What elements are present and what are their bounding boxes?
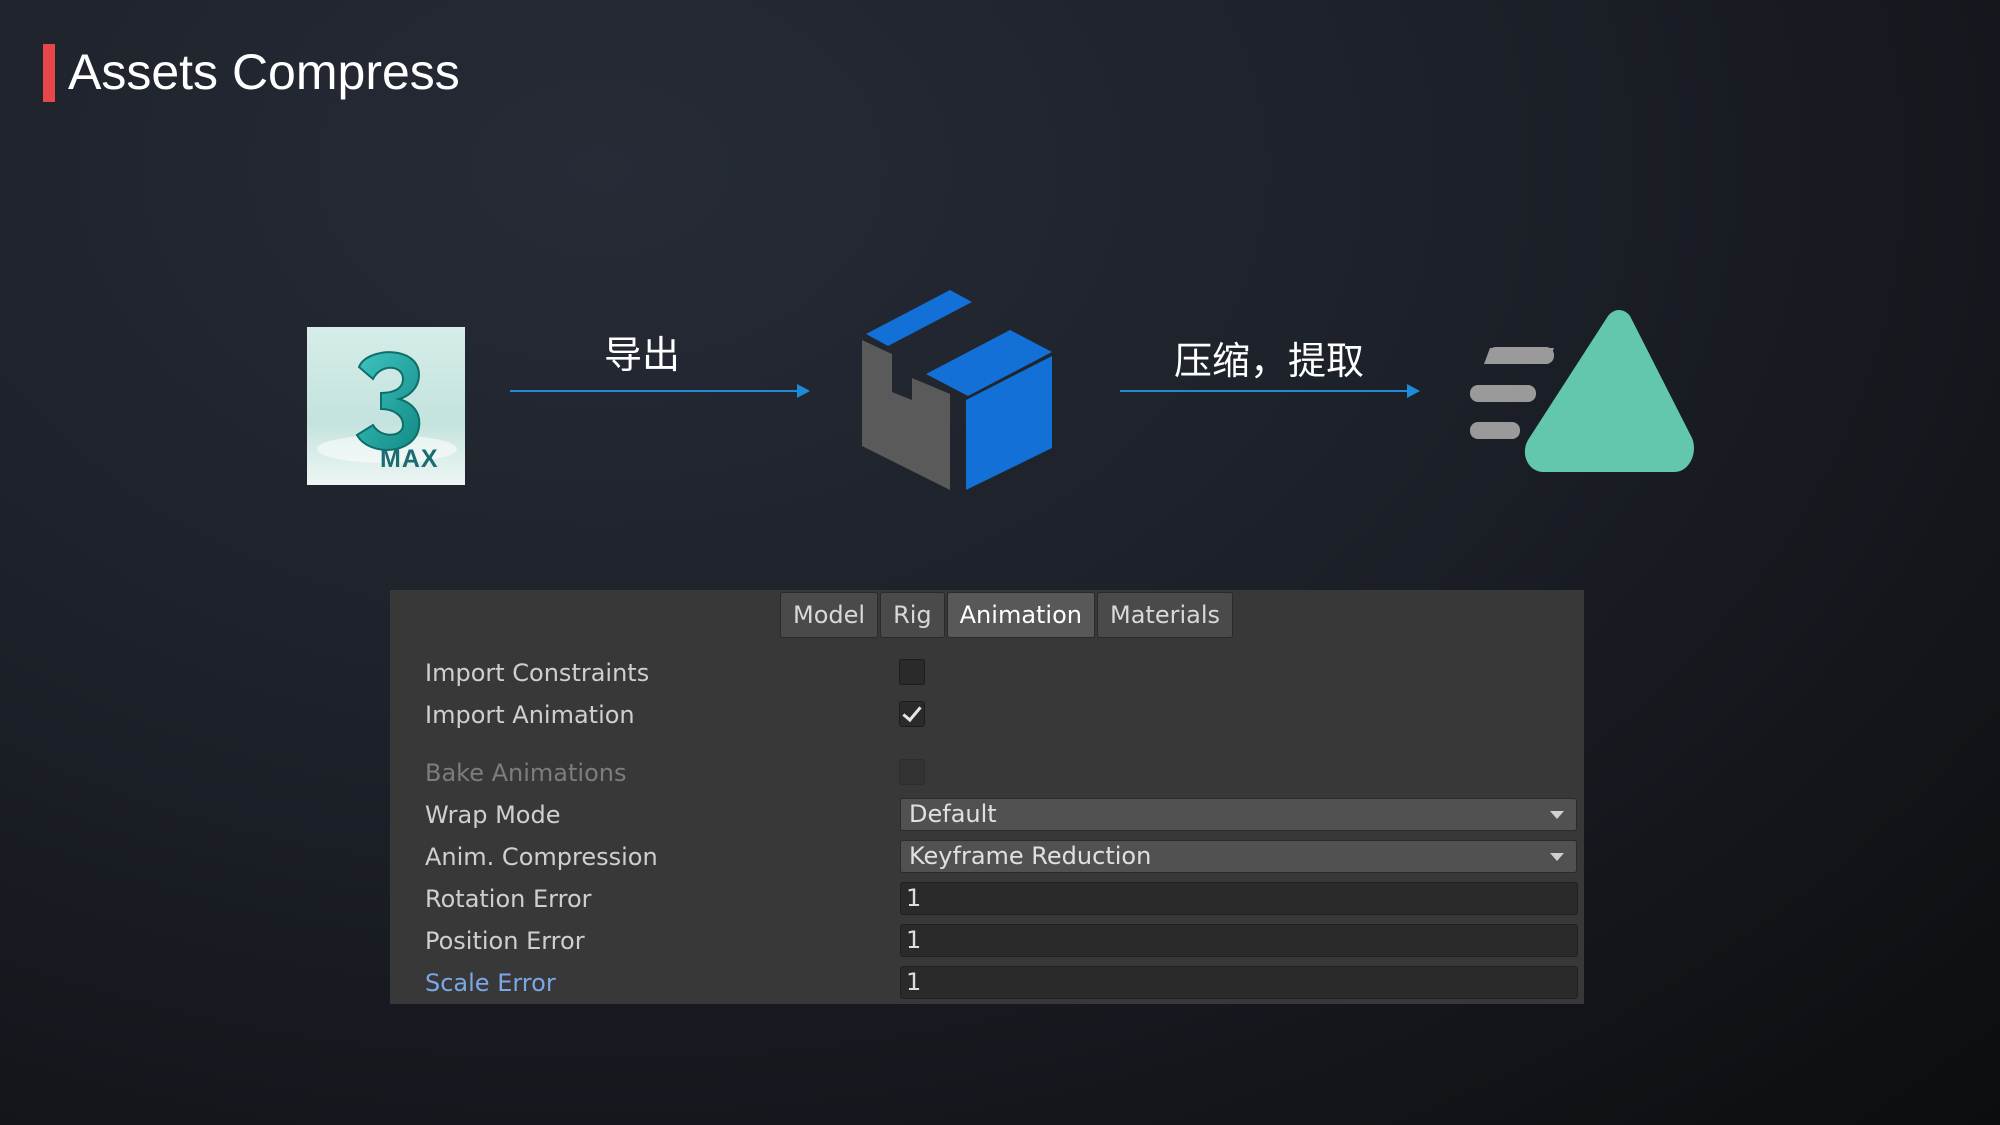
wrap-mode-label: Wrap Mode: [425, 801, 561, 829]
import-constraints-label: Import Constraints: [425, 659, 650, 687]
chevron-down-icon: [1550, 811, 1564, 819]
unity-logo-icon: [862, 290, 1052, 492]
inspector-tabs: Model Rig Animation Materials: [780, 592, 1235, 638]
scale-error-input[interactable]: 1: [900, 966, 1578, 999]
page-title: Assets Compress: [68, 44, 460, 100]
bake-animations-label: Bake Animations: [425, 759, 627, 787]
import-animation-checkbox[interactable]: [899, 701, 925, 727]
rotation-error-label: Rotation Error: [425, 885, 592, 913]
anim-compression-value: Keyframe Reduction: [909, 842, 1152, 870]
wrap-mode-value: Default: [909, 800, 997, 828]
ktx-triangle-logo-icon: [1470, 308, 1696, 476]
checkmark-icon: [902, 701, 922, 723]
bake-animations-checkbox[interactable]: [899, 759, 925, 785]
export-arrow: [510, 384, 810, 398]
max-logo-text: MAX: [380, 445, 439, 473]
3ds-max-logo-icon: MAX: [307, 327, 465, 485]
title-accent-bar: [43, 44, 55, 102]
anim-compression-label: Anim. Compression: [425, 843, 658, 871]
wrap-mode-dropdown[interactable]: Default: [900, 798, 1577, 831]
tab-materials[interactable]: Materials: [1097, 592, 1234, 638]
scale-error-label: Scale Error: [425, 969, 556, 997]
anim-compression-dropdown[interactable]: Keyframe Reduction: [900, 840, 1577, 873]
compress-extract-label: 压缩，提取: [1174, 339, 1365, 383]
tab-rig[interactable]: Rig: [880, 592, 945, 638]
position-error-input[interactable]: 1: [900, 924, 1578, 957]
export-label: 导出: [604, 333, 681, 377]
import-animation-label: Import Animation: [425, 701, 635, 729]
import-constraints-checkbox[interactable]: [899, 659, 925, 685]
animation-import-inspector: Model Rig Animation Materials Import Con…: [390, 590, 1584, 1004]
tab-model[interactable]: Model: [780, 592, 879, 638]
position-error-label: Position Error: [425, 927, 585, 955]
tab-animation[interactable]: Animation: [946, 592, 1095, 638]
rotation-error-input[interactable]: 1: [900, 882, 1578, 915]
compress-arrow: [1120, 384, 1420, 398]
chevron-down-icon: [1550, 853, 1564, 861]
